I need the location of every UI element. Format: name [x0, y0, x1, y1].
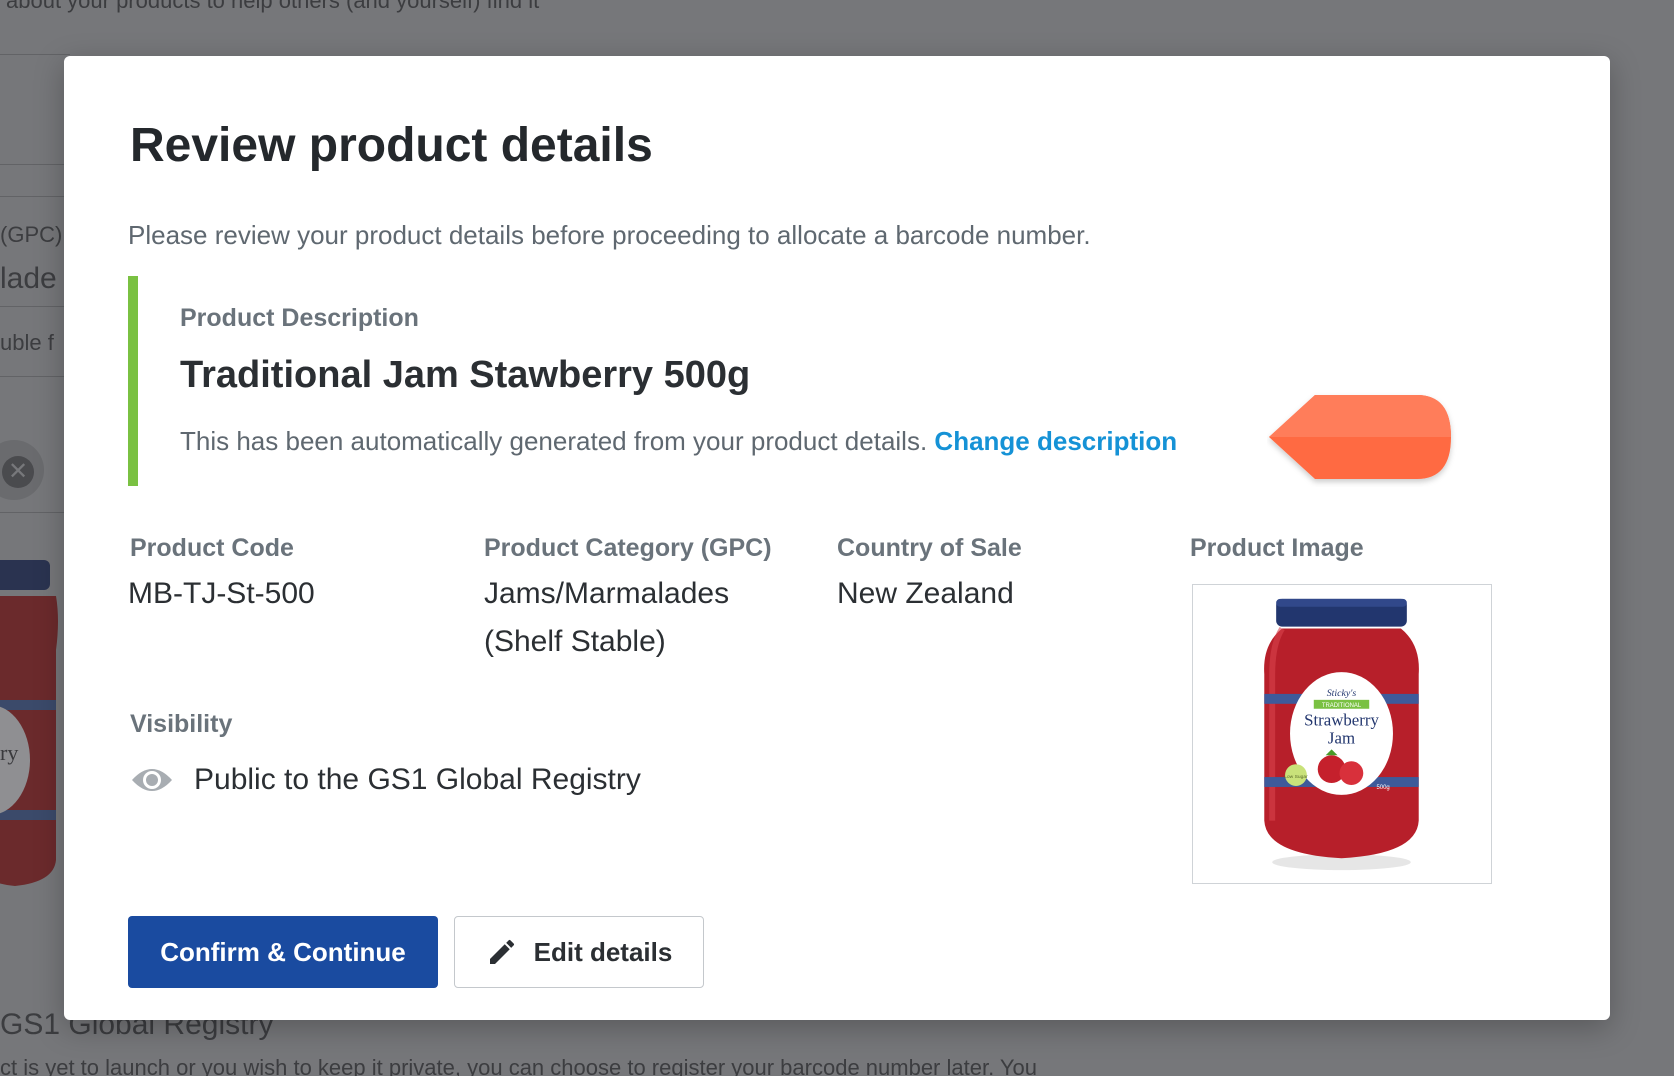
background-divider — [0, 54, 70, 55]
product-code-value: MB-TJ-St-500 — [128, 577, 315, 610]
close-icon: ✕ — [2, 456, 34, 488]
background-divider — [0, 376, 70, 377]
product-description-panel: Product Description Traditional Jam Staw… — [128, 276, 1448, 486]
visibility-label: Visibility — [130, 710, 233, 738]
product-code-label: Product Code — [130, 534, 294, 562]
product-image: Sticky's TRADITIONAL Strawberry Jam Low … — [1192, 584, 1492, 884]
background-divider — [0, 196, 70, 197]
country-of-sale-label: Country of Sale — [837, 534, 1022, 562]
modal-title: Review product details — [130, 119, 653, 172]
visibility-value: Public to the GS1 Global Registry — [194, 763, 641, 796]
product-description-value: Traditional Jam Stawberry 500g — [180, 354, 751, 396]
confirm-continue-button[interactable]: Confirm & Continue — [128, 916, 438, 988]
background-divider — [0, 512, 70, 513]
product-category-label: Product Category (GPC) — [484, 534, 772, 562]
background-gpc-label: (GPC) — [0, 222, 63, 247]
product-description-label: Product Description — [180, 304, 419, 332]
background-divider — [0, 306, 70, 307]
background-help-text: about your products to help others (and … — [6, 0, 540, 13]
background-divider — [0, 164, 70, 165]
jar-badge-text: Low Sugar — [1284, 774, 1308, 780]
change-description-link[interactable]: Change description — [934, 426, 1177, 456]
jar-name-line1: Strawberry — [1304, 711, 1379, 730]
background-jar-label: ry — [0, 740, 18, 765]
pointer-arrow-icon — [1269, 395, 1451, 479]
review-product-modal: Review product details Please review you… — [64, 56, 1610, 1020]
product-category-value: Jams/Marmalades (Shelf Stable) — [484, 577, 730, 658]
background-remove-chip: ✕ — [0, 440, 44, 500]
background-hint-text: uble f — [0, 330, 54, 355]
background-jar-image: ry — [0, 560, 58, 886]
jar-brand-text: Sticky's — [1327, 688, 1357, 699]
product-description-note: This has been automatically generated fr… — [180, 426, 1177, 457]
jar-ribbon-text: TRADITIONAL — [1322, 703, 1362, 709]
background-category-value: lade — [0, 262, 57, 295]
visibility-row: Public to the GS1 Global Registry — [130, 756, 641, 804]
jam-jar-image: Sticky's TRADITIONAL Strawberry Jam Low … — [1264, 598, 1419, 871]
jar-weight-text: 500g — [1376, 785, 1389, 791]
eye-icon — [132, 769, 172, 791]
product-image-label: Product Image — [1190, 534, 1364, 562]
auto-generated-note: This has been automatically generated fr… — [180, 426, 928, 456]
edit-details-label: Edit details — [533, 936, 673, 967]
country-of-sale-value: New Zealand — [837, 577, 1014, 610]
background-footnote: ct is yet to launch or you wish to keep … — [0, 1055, 1038, 1076]
jar-name-line2: Jam — [1328, 728, 1355, 747]
pencil-icon — [489, 939, 514, 964]
edit-details-button[interactable]: Edit details — [454, 916, 704, 988]
modal-intro-text: Please review your product details befor… — [128, 220, 1091, 250]
